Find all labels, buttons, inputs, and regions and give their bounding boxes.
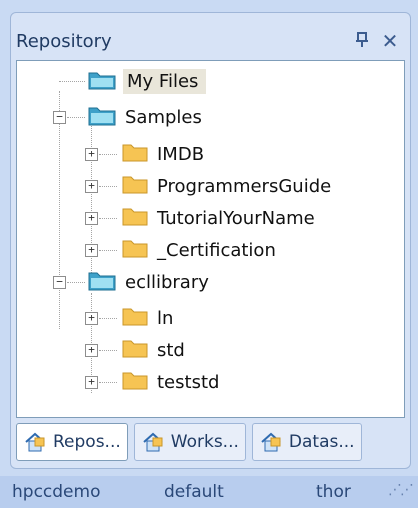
tree-item-programmersguide[interactable]: ProgrammersGuide <box>157 170 331 202</box>
folder-icon <box>122 176 148 194</box>
status-bar: hpccdemo default thor ⋰⋰ <box>0 476 418 508</box>
tree-item-imdb[interactable]: IMDB <box>157 138 204 170</box>
resize-grip-icon[interactable]: ⋰⋰ <box>388 482 414 498</box>
repository-icon <box>25 432 45 452</box>
tree-item-certification[interactable]: _Certification <box>157 234 276 266</box>
repository-tree[interactable]: My Files − Samples + IMDB + ProgrammersG… <box>16 60 405 418</box>
tree-item-teststd[interactable]: teststd <box>157 366 219 398</box>
close-icon[interactable]: ✕ <box>378 29 402 53</box>
tree-item-label: ecllibrary <box>125 271 209 293</box>
tree-item-tutorialyourname[interactable]: TutorialYourName <box>157 202 315 234</box>
tree-connector <box>59 91 60 329</box>
tree-item-label: IMDB <box>157 143 205 165</box>
tree-item-my-files[interactable]: My Files <box>123 65 207 97</box>
expand-programmersguide-toggle[interactable]: + <box>85 180 98 193</box>
tab-repository[interactable]: Repos... <box>16 423 128 461</box>
collapse-ecllibrary-toggle[interactable]: − <box>53 276 66 289</box>
tree-connector <box>67 117 85 118</box>
folder-icon <box>122 240 148 258</box>
tree-connector <box>67 282 85 283</box>
collapse-samples-toggle[interactable]: − <box>53 111 66 124</box>
expand-std-toggle[interactable]: + <box>85 344 98 357</box>
status-cluster-group: default <box>164 482 224 502</box>
tree-item-label: _Certification <box>157 239 276 261</box>
folder-icon <box>122 308 148 326</box>
ecllibrary-folder-icon <box>88 272 116 291</box>
tree-connector <box>99 318 117 319</box>
tree-item-label: My Files <box>123 68 207 94</box>
expand-teststd-toggle[interactable]: + <box>85 376 98 389</box>
folder-icon <box>122 208 148 226</box>
pin-icon[interactable] <box>350 29 374 53</box>
my-files-folder-icon <box>88 72 116 90</box>
tree-item-samples[interactable]: Samples <box>125 101 202 133</box>
tree-connector <box>99 250 117 251</box>
tree-item-label: std <box>157 339 185 361</box>
tab-datasets[interactable]: Datas... <box>251 423 362 461</box>
folder-icon <box>122 372 148 390</box>
tree-connector <box>59 81 85 82</box>
expand-imdb-toggle[interactable]: + <box>85 148 98 161</box>
folder-icon <box>122 144 148 162</box>
tree-item-ln[interactable]: ln <box>157 302 173 334</box>
tab-label: Works... <box>170 432 239 452</box>
tree-item-label: teststd <box>157 371 220 393</box>
tree-item-label: TutorialYourName <box>157 207 315 229</box>
status-server: hpccdemo <box>12 482 101 502</box>
tab-label: Datas... <box>288 432 355 452</box>
tree-connector <box>99 350 117 351</box>
tree-item-label: ProgrammersGuide <box>157 175 332 197</box>
panel-tabs: Repos... Works... Datas... <box>16 420 406 464</box>
panel-titlebar: Repository ✕ <box>16 25 406 57</box>
tree-item-label: Samples <box>125 106 202 128</box>
tree-item-ecllibrary[interactable]: ecllibrary <box>125 266 209 298</box>
tab-label: Repos... <box>53 432 121 452</box>
tree-connector <box>99 382 117 383</box>
expand-certification-toggle[interactable]: + <box>85 244 98 257</box>
tree-connector <box>99 186 117 187</box>
tree-connector <box>99 154 117 155</box>
expand-ln-toggle[interactable]: + <box>85 312 98 325</box>
tree-item-std[interactable]: std <box>157 334 185 366</box>
expand-tutorialyourname-toggle[interactable]: + <box>85 212 98 225</box>
samples-folder-icon <box>88 107 116 126</box>
workspace-icon <box>143 432 163 452</box>
tab-workspace[interactable]: Works... <box>133 423 246 461</box>
folder-icon <box>122 340 148 358</box>
tree-item-label: ln <box>157 307 174 329</box>
dataset-icon <box>261 432 281 452</box>
panel-title: Repository <box>16 30 112 52</box>
tree-connector <box>99 218 117 219</box>
status-cluster: thor <box>316 482 351 502</box>
